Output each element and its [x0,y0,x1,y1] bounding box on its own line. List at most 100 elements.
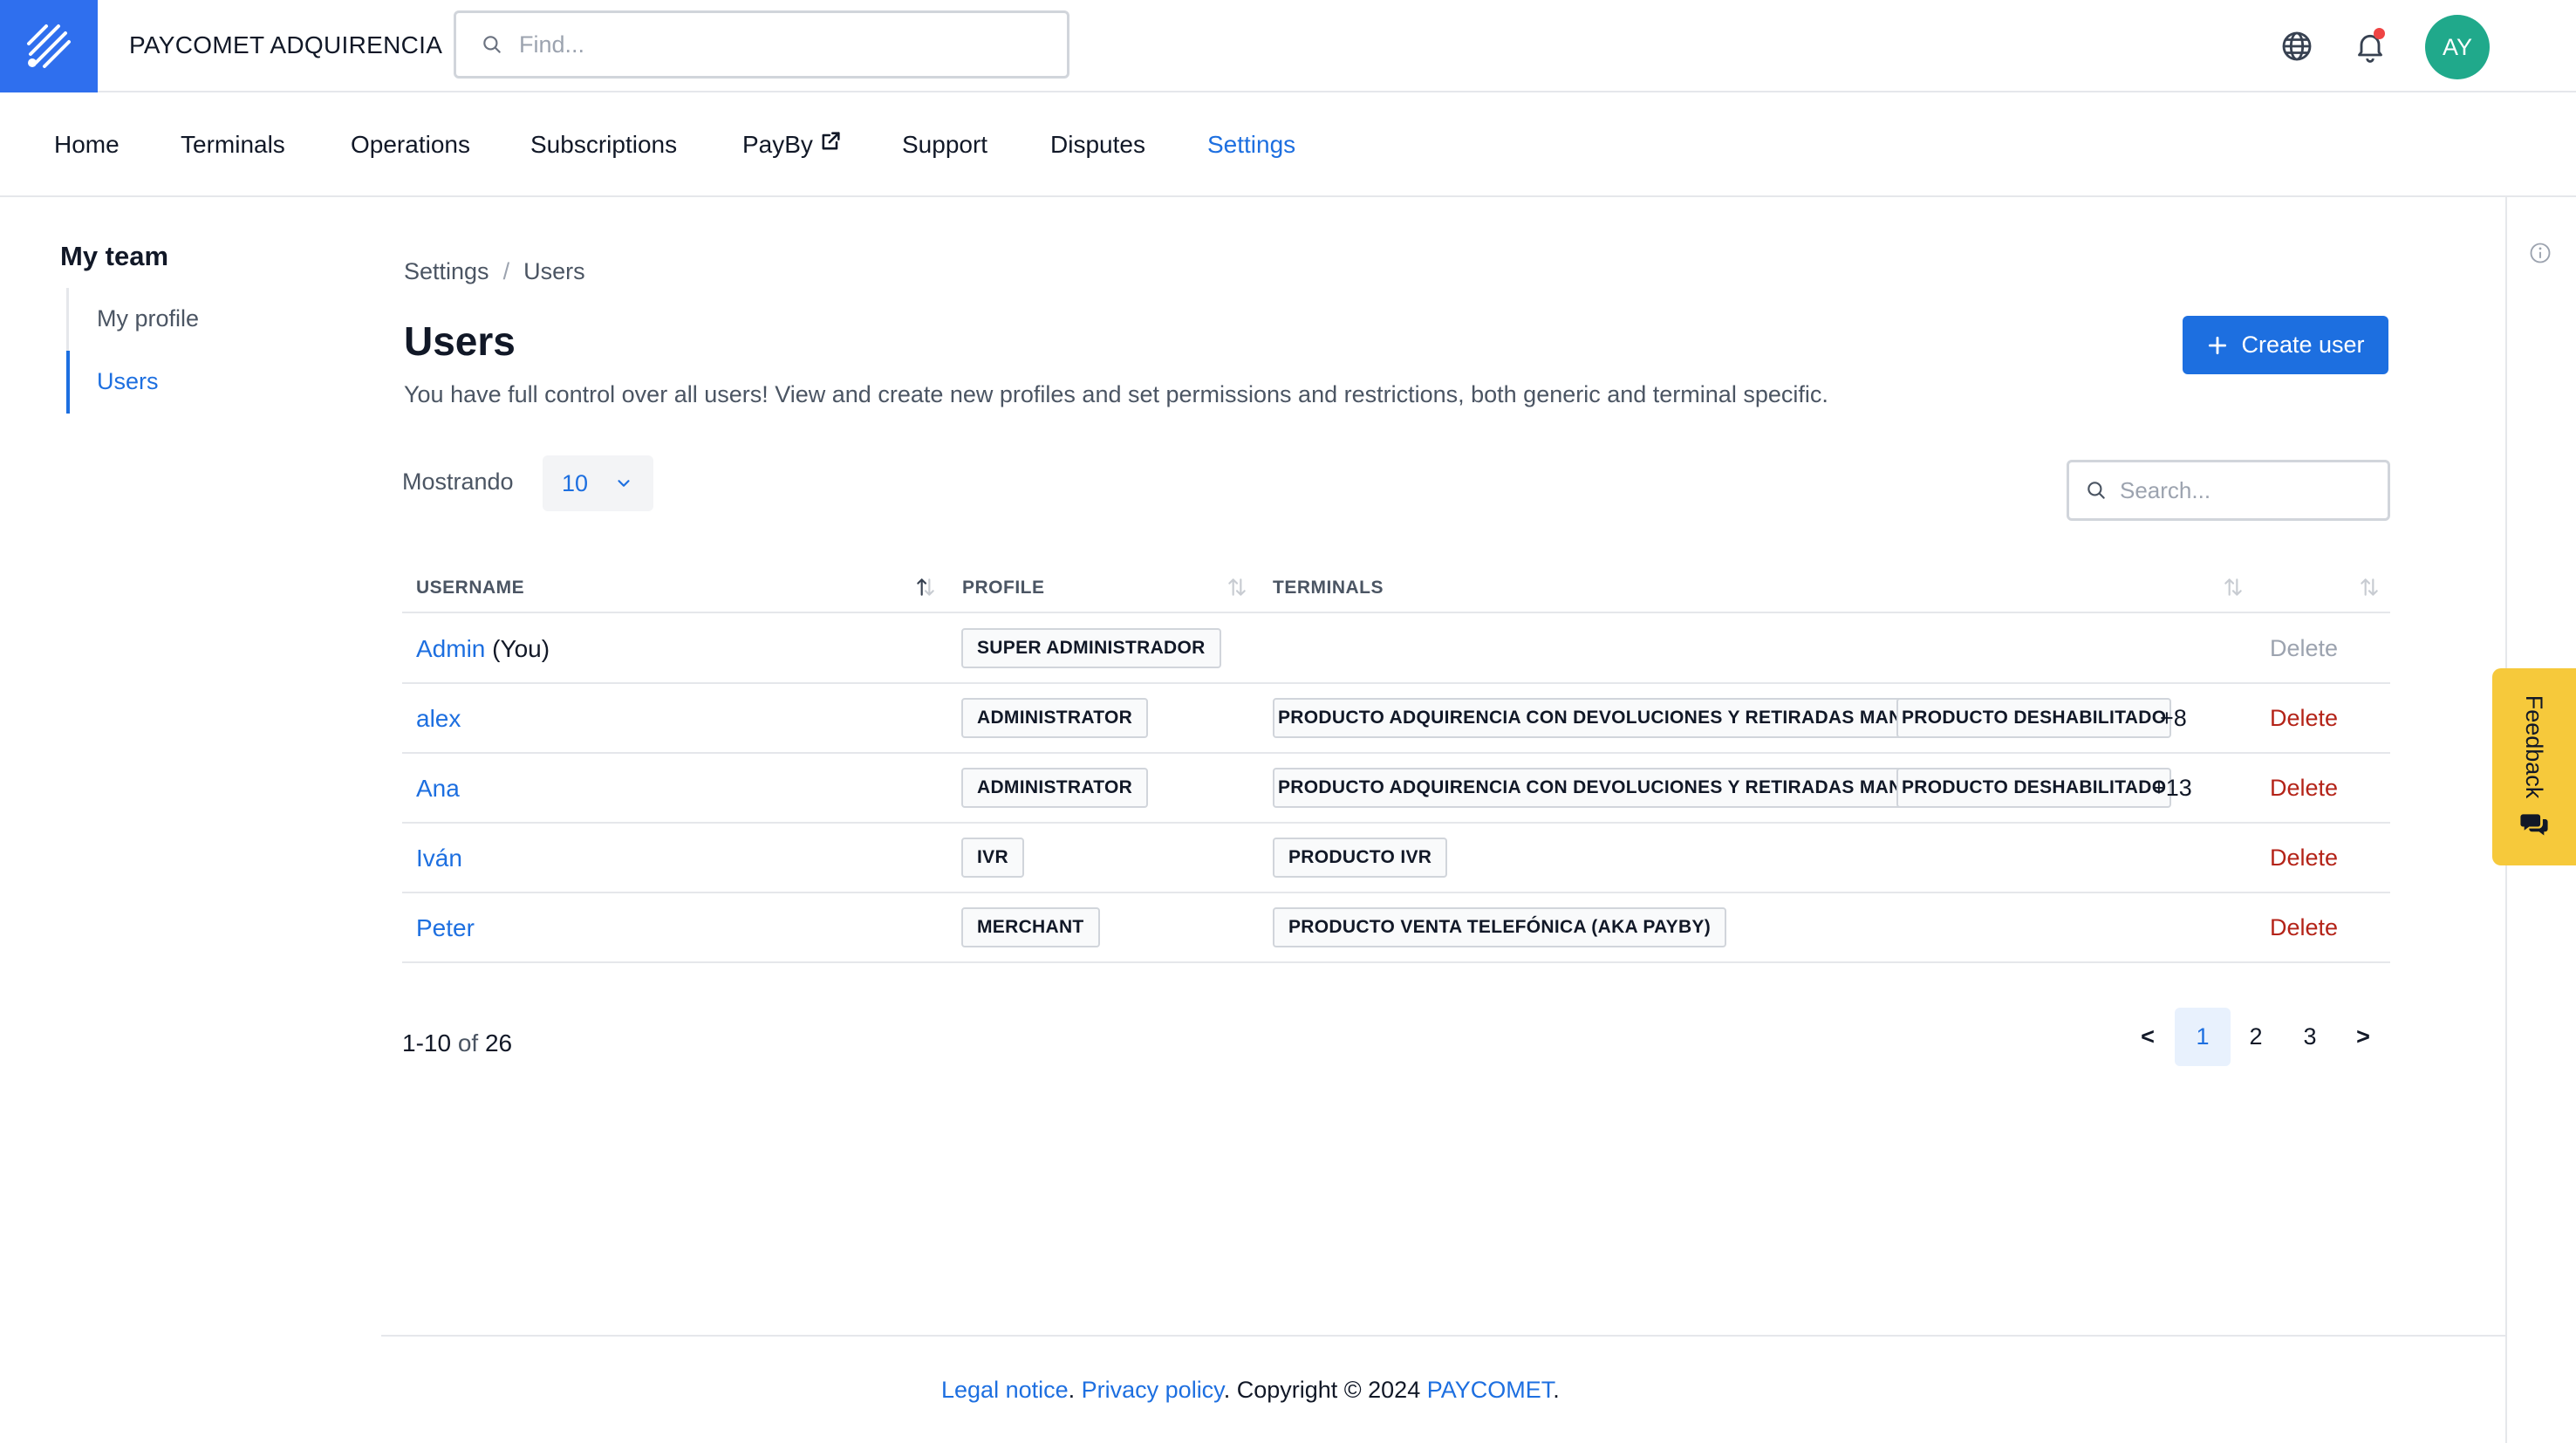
nav-home[interactable]: Home [54,131,120,159]
language-button[interactable] [2277,26,2317,66]
logo-icon [27,24,71,68]
table-row-divider [402,682,2390,684]
main-nav: Home Terminals Operations Subscriptions … [0,92,2576,197]
nav-support[interactable]: Support [902,131,987,159]
username-link[interactable]: Admin [416,635,485,662]
more-terminals-count[interactable]: +8 [2160,705,2187,732]
top-bar: PAYCOMET ADQUIRENCIA AY [0,0,2576,92]
page-title: Users [404,318,516,364]
pagination-next[interactable]: > [2335,1008,2391,1066]
column-header-terminals[interactable]: TERMINALS [1273,578,1384,598]
username-link[interactable]: Ana [416,775,460,803]
table-row-username[interactable]: Admin (You) [416,635,550,663]
column-header-profile[interactable]: PROFILE [962,578,1045,598]
page-size-value: 10 [562,469,589,496]
terminal-tag: PRODUCTO DESHABILITADO [1896,698,2172,738]
table-row-divider [402,961,2390,963]
create-user-button[interactable]: Create user [2183,316,2388,374]
terminal-tag: PRODUCTO ADQUIRENCIA CON DEVOLUCIONES Y … [1273,698,1971,738]
nav-operations[interactable]: Operations [351,131,470,159]
app-title: PAYCOMET ADQUIRENCIA [129,31,443,58]
page-size-label: Mostrando [402,468,514,495]
pagination-total: 26 [484,1029,513,1057]
chevron-down-icon [618,480,630,487]
sort-asc-icon[interactable] [914,576,937,598]
pagination-page-1[interactable]: 1 [2175,1008,2231,1066]
sort-icon[interactable] [2222,576,2245,598]
page-size-select[interactable]: 10 [543,455,653,511]
chat-bubbles-icon [2520,813,2548,836]
username-link[interactable]: Peter [416,914,475,942]
delete-button[interactable]: Delete [2270,914,2338,941]
table-row-divider [402,752,2390,754]
feedback-tab[interactable]: Feedback [2492,668,2576,865]
feedback-label: Feedback [2521,694,2548,799]
legal-notice-link[interactable]: Legal notice [941,1377,1069,1403]
privacy-policy-link[interactable]: Privacy policy [1082,1377,1224,1403]
sidebar-title: My team [60,241,169,271]
external-link-icon [822,132,840,150]
profile-tag: ADMINISTRATOR [961,768,1149,808]
username-link[interactable]: alex [416,705,461,733]
you-indicator: (You) [492,635,550,662]
paycomet-link[interactable]: PAYCOMET [1427,1377,1554,1403]
nav-payby[interactable]: PayBy [742,131,843,159]
global-search-input[interactable] [519,31,1042,58]
sort-icon[interactable] [2358,576,2381,598]
page-description: You have full control over all users! Vi… [404,381,1828,407]
profile-tag: IVR [961,838,1024,878]
notifications-button[interactable] [2350,26,2390,66]
profile-tag: SUPER ADMINISTRADOR [961,628,1221,668]
paycomet-logo[interactable] [0,0,98,92]
more-terminals-count[interactable]: +13 [2152,775,2192,802]
profile-tag: MERCHANT [961,907,1100,947]
username-link[interactable]: Iván [416,845,462,872]
table-search[interactable] [2067,460,2390,521]
search-icon [2087,482,2105,499]
terminal-tag: PRODUCTO IVR [1273,838,1448,878]
breadcrumb-separator: / [502,258,510,284]
info-button[interactable] [2528,241,2552,270]
delete-button: Delete [2270,635,2339,661]
create-user-label: Create user [2241,332,2365,358]
table-row-divider [402,822,2390,824]
pagination-of: of [457,1029,479,1057]
info-icon [2530,243,2551,263]
nav-disputes[interactable]: Disputes [1050,131,1145,159]
terminal-tag: PRODUCTO ADQUIRENCIA CON DEVOLUCIONES Y … [1273,768,1971,808]
breadcrumb: Settings / Users [404,258,585,285]
terminal-tag: PRODUCTO VENTA TELEFÓNICA (AKA PAYBY) [1273,907,1727,947]
nav-settings[interactable]: Settings [1207,131,1295,159]
nav-subscriptions[interactable]: Subscriptions [530,131,677,159]
breadcrumb-settings[interactable]: Settings [404,258,489,285]
sidebar-item-my-profile[interactable]: My profile [97,305,199,332]
breadcrumb-users: Users [523,258,585,284]
pagination-page-3[interactable]: 3 [2282,1008,2338,1066]
table-search-input[interactable] [2120,476,2381,504]
footer-divider [381,1335,2505,1337]
delete-button[interactable]: Delete [2270,705,2338,732]
search-icon [483,36,501,53]
footer: Legal notice. Privacy policy. Copyright … [941,1377,1560,1403]
globe-icon [2282,31,2312,61]
plus-icon [2209,336,2227,354]
sidebar-item-users[interactable]: Users [97,368,159,395]
nav-terminals[interactable]: Terminals [181,131,285,159]
notification-dot [2374,28,2385,39]
delete-button[interactable]: Delete [2270,845,2338,872]
column-header-username[interactable]: USERNAME [416,578,524,598]
delete-button[interactable]: Delete [2270,775,2338,802]
pagination-page-2[interactable]: 2 [2228,1008,2284,1066]
pagination-prev[interactable]: < [2120,1008,2176,1066]
copyright-text: Copyright © 2024 [1236,1377,1421,1403]
sidebar-active-indicator [66,351,70,414]
table-header-divider [402,612,2390,613]
global-search[interactable] [454,10,1069,79]
nav-payby-label: PayBy [742,131,813,158]
pagination-summary: 1-10 of 26 [402,1029,512,1057]
terminal-tag: PRODUCTO DESHABILITADO [1896,768,2172,808]
table-row-divider [402,892,2390,893]
profile-tag: ADMINISTRATOR [961,698,1149,738]
sort-icon[interactable] [1226,576,1248,598]
user-avatar[interactable]: AY [2425,15,2490,79]
